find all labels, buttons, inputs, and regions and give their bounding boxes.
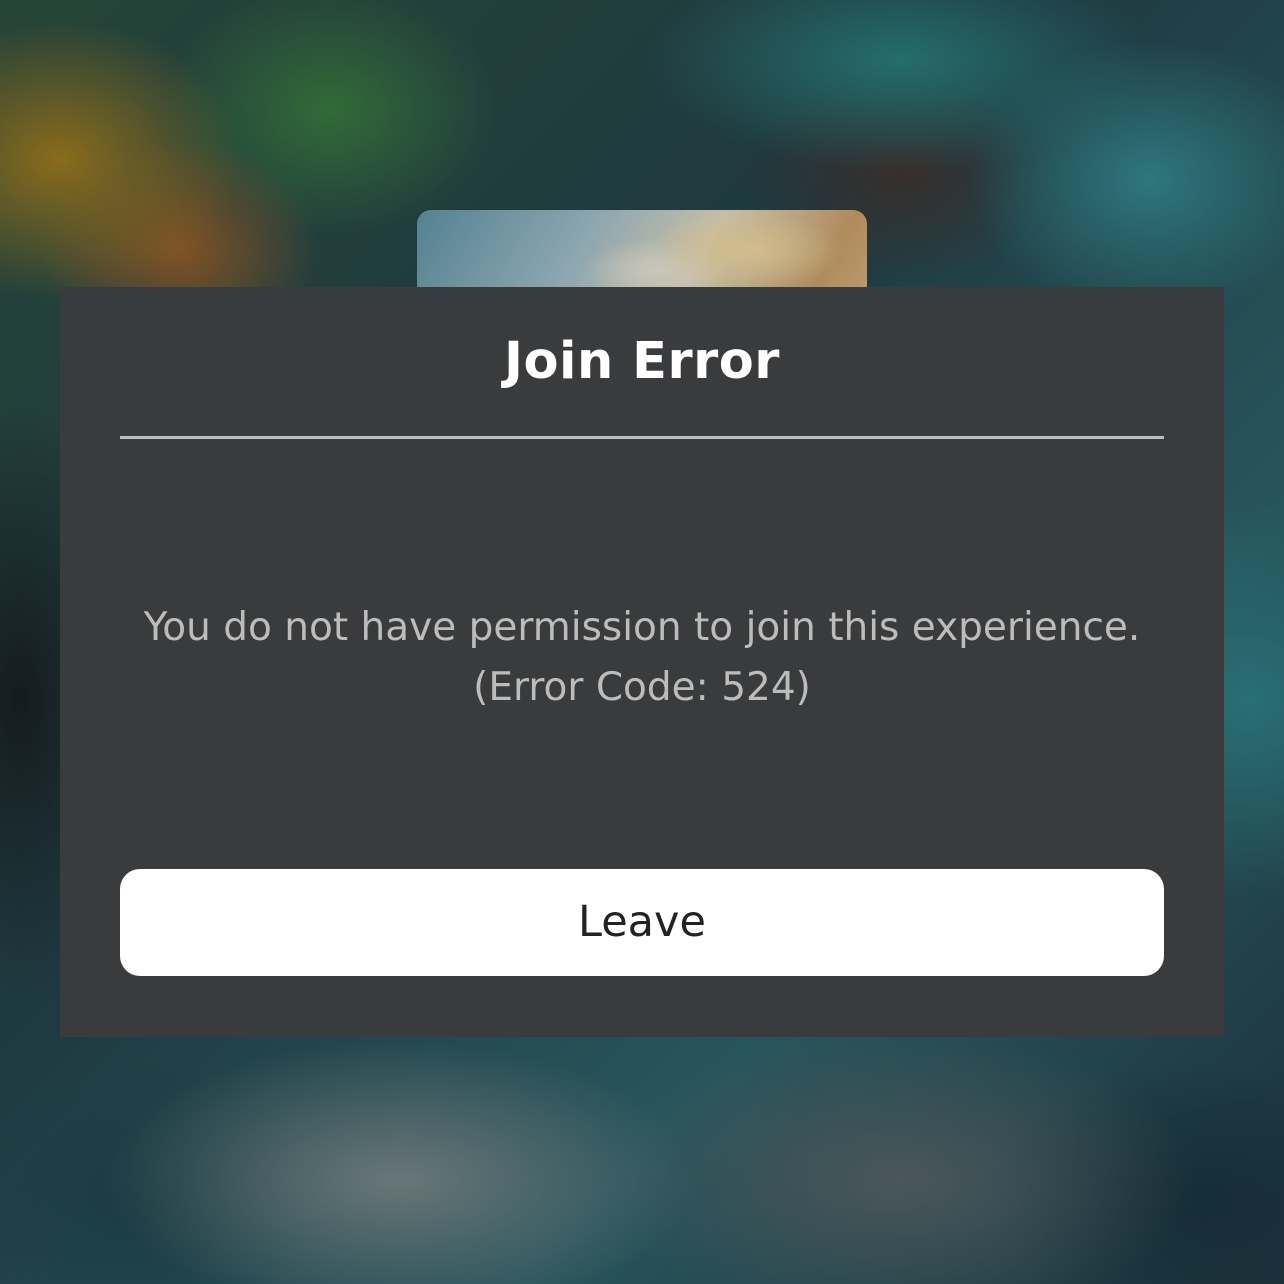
dialog-title: Join Error	[504, 332, 780, 391]
game-screen: Join Error You do not have permission to…	[0, 0, 1284, 1284]
error-message-text: You do not have permission to join this …	[143, 605, 1141, 650]
error-message: You do not have permission to join this …	[110, 598, 1174, 718]
leave-button[interactable]: Leave	[120, 869, 1164, 976]
title-divider	[120, 436, 1164, 439]
error-code-text: (Error Code: 524)	[473, 665, 811, 710]
